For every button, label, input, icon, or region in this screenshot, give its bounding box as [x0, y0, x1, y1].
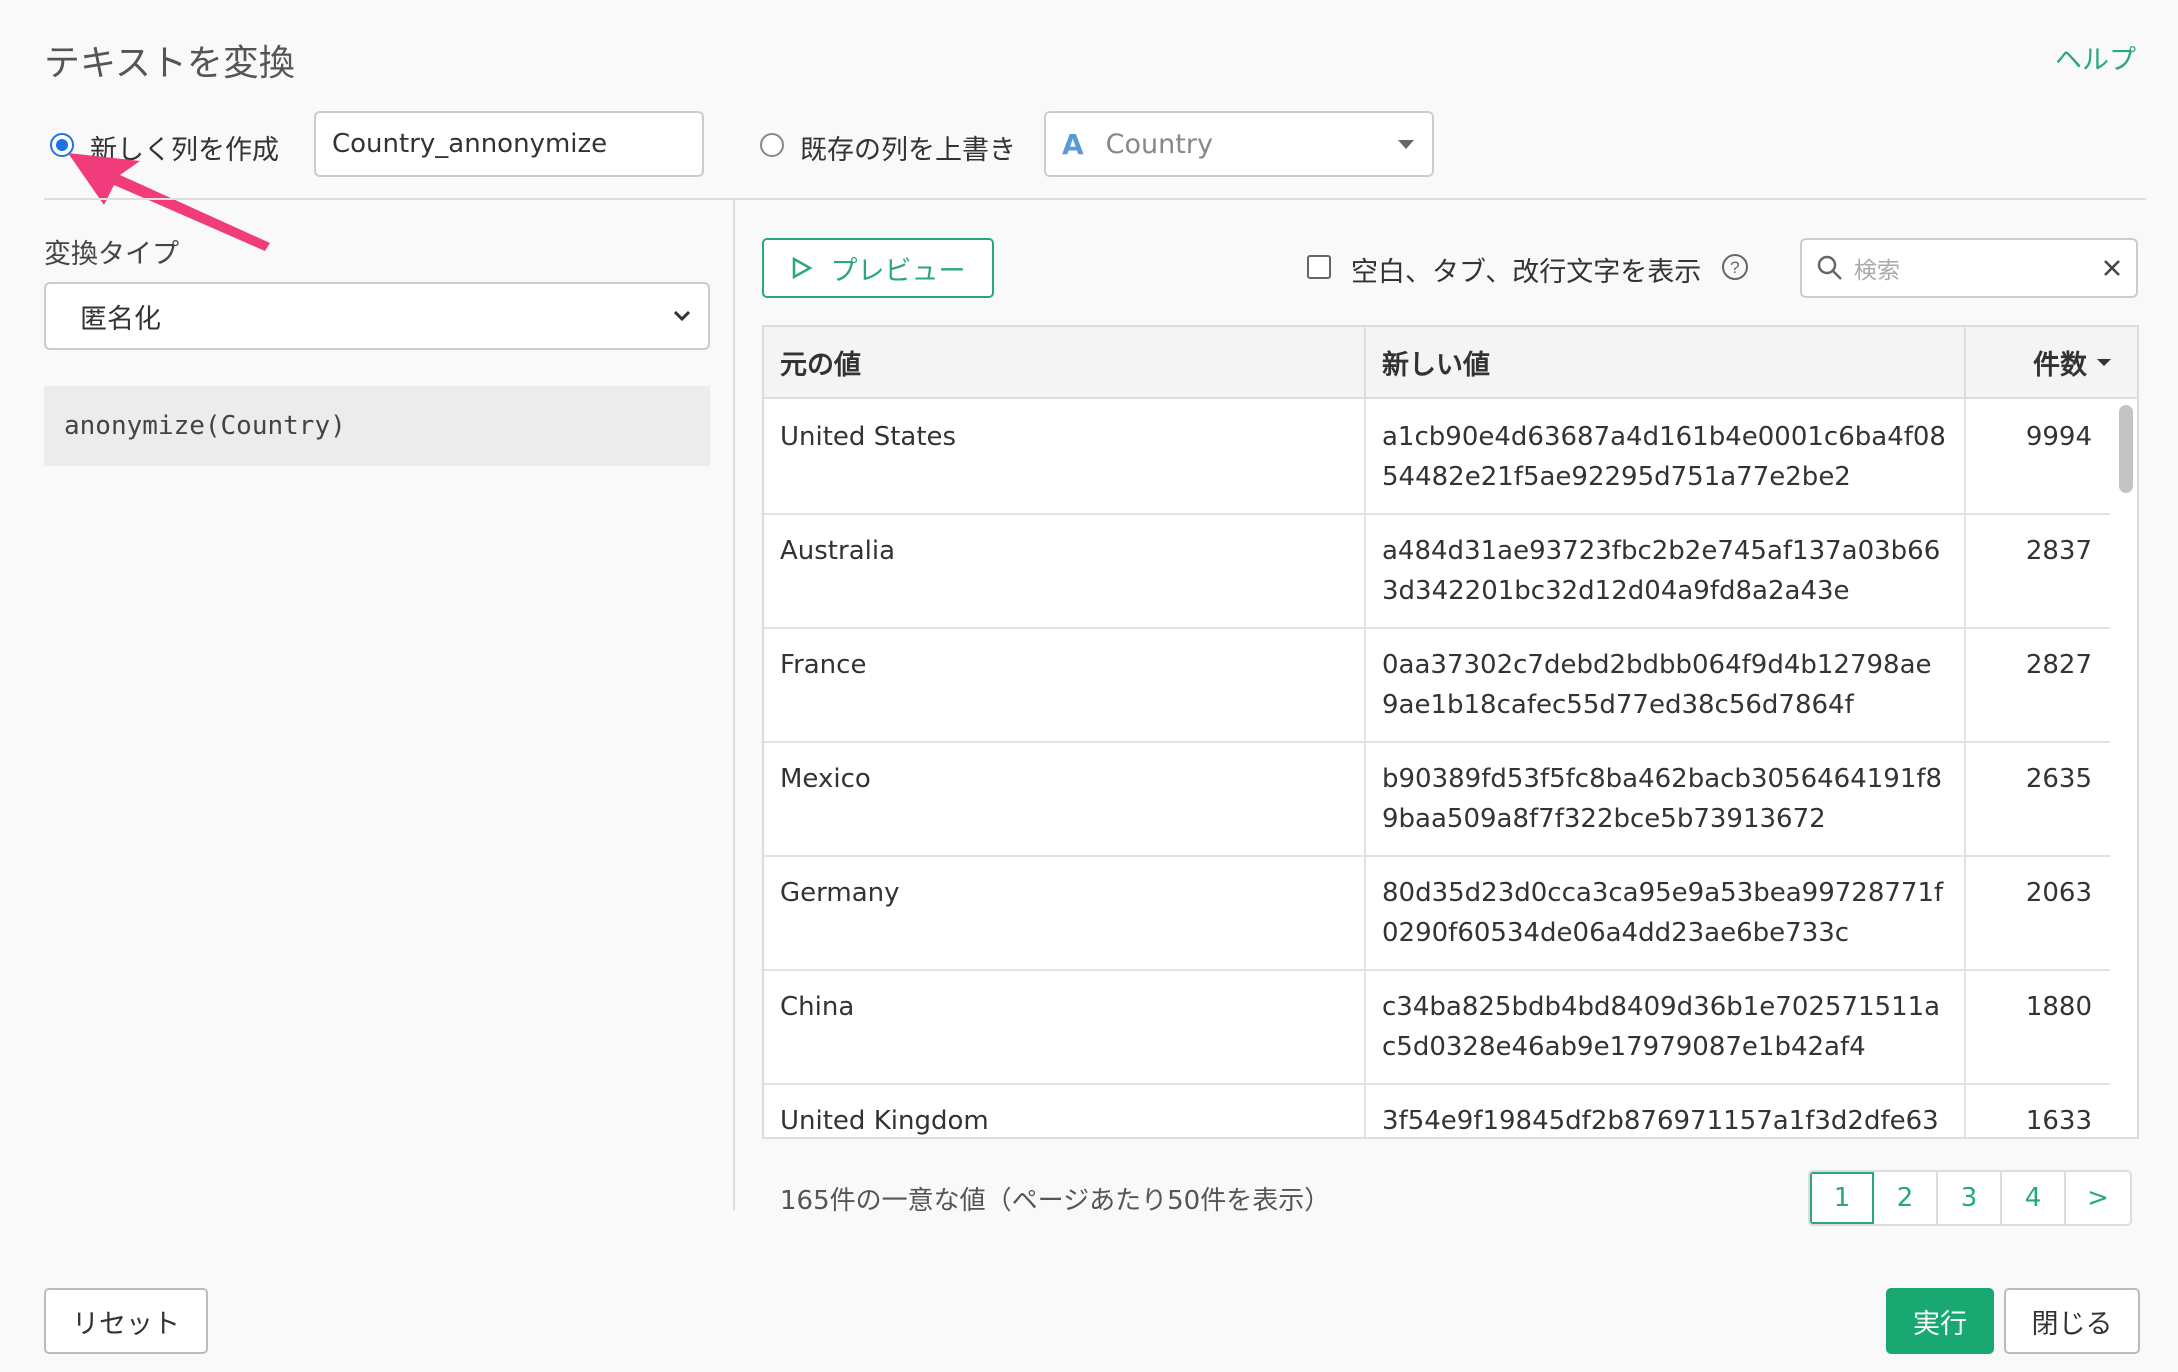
new-value: 3f54e9f19845df2b876971157a1f3d2dfe638af	[1366, 1083, 1966, 1137]
table-row: Germany 80d35d23d0cca3ca95e9a53bea997287…	[764, 855, 2110, 971]
count-value: 2063	[2025, 878, 2092, 908]
new-value: c34ba825bdb4bd8409d36b1e702571511ac5d032…	[1366, 969, 1966, 1083]
new-value: b90389fd53f5fc8ba462bacb3056464191f89baa…	[1366, 741, 1966, 855]
original-value: France	[764, 627, 1366, 741]
table-row: Australia a484d31ae93723fbc2b2e745af137a…	[764, 513, 2110, 629]
unique-values-summary: 165件の一意な値（ページあたり50件を表示）	[780, 1186, 1331, 1216]
column-header-count[interactable]: 件数	[1966, 327, 2137, 397]
help-link[interactable]: ヘルプ	[2055, 38, 2136, 77]
count-value: 2837	[2025, 536, 2092, 566]
original-value: Germany	[764, 855, 1366, 969]
table-row: China c34ba825bdb4bd8409d36b1e702571511a…	[764, 969, 2110, 1085]
preview-button[interactable]: プレビュー	[762, 238, 994, 298]
table-scrollbar[interactable]	[2119, 405, 2133, 493]
divider	[733, 200, 735, 1210]
run-button[interactable]: 実行	[1886, 1288, 1994, 1354]
overwrite-column-value: Country	[1105, 128, 1213, 160]
show-whitespace-checkbox[interactable]	[1307, 255, 1331, 279]
page-3-button[interactable]: 3	[1938, 1172, 2002, 1224]
next-page-button[interactable]: >	[2066, 1172, 2130, 1224]
count-header-label: 件数	[2033, 349, 2087, 381]
divider	[44, 198, 2146, 200]
expression-preview: anonymize(Country)	[44, 386, 710, 466]
original-value: United Kingdom	[764, 1083, 1366, 1137]
show-whitespace-label: 空白、タブ、改行文字を表示	[1351, 257, 1702, 288]
count-value: 9994	[2025, 422, 2092, 452]
table-row: France 0aa37302c7debd2bdbb064f9d4b12798a…	[764, 627, 2110, 743]
count-value: 2827	[2025, 650, 2092, 680]
column-header-new[interactable]: 新しい値	[1366, 327, 1966, 397]
original-value: United States	[764, 399, 1366, 513]
transform-type-value: 匿名化	[80, 303, 161, 335]
text-type-icon: A	[1062, 127, 1084, 161]
transform-type-label: 変換タイプ	[44, 239, 179, 270]
dialog-title: テキストを変換	[44, 43, 295, 84]
table-row: United States a1cb90e4d63687a4d161b4e000…	[764, 399, 2110, 515]
svg-text:?: ?	[1730, 258, 1739, 277]
count-value: 1880	[2025, 992, 2092, 1022]
page-4-button[interactable]: 4	[2002, 1172, 2066, 1224]
chevron-down-icon	[1398, 139, 1414, 149]
table-header: 元の値 新しい値 件数	[764, 327, 2137, 399]
preview-table: 元の値 新しい値 件数 United States a1cb90e4d63687…	[762, 325, 2139, 1139]
table-row: United Kingdom 3f54e9f19845df2b876971157…	[764, 1083, 2110, 1137]
search-icon	[1817, 255, 1842, 280]
transform-type-select[interactable]: 匿名化	[44, 282, 710, 350]
question-icon[interactable]: ?	[1721, 253, 1749, 281]
count-value: 1633	[2025, 1106, 2092, 1136]
clear-search-icon[interactable]	[2102, 258, 2122, 278]
original-value: Australia	[764, 513, 1366, 627]
count-value: 2635	[2025, 764, 2092, 794]
overwrite-column-select[interactable]: A Country	[1044, 111, 1434, 177]
sort-desc-icon	[2097, 358, 2111, 366]
reset-button[interactable]: リセット	[44, 1288, 208, 1354]
preview-button-label: プレビュー	[830, 255, 966, 287]
chevron-down-icon	[673, 310, 691, 322]
new-value: a1cb90e4d63687a4d161b4e0001c6ba4f0854482…	[1366, 399, 1966, 513]
column-header-original[interactable]: 元の値	[764, 327, 1366, 397]
overwrite-label: 既存の列を上書き	[800, 135, 1016, 166]
new-column-name-input[interactable]: Country_annonymize	[314, 111, 704, 177]
table-row: Mexico b90389fd53f5fc8ba462bacb305646419…	[764, 741, 2110, 857]
new-value: 80d35d23d0cca3ca95e9a53bea99728771f0290f…	[1366, 855, 1966, 969]
close-button[interactable]: 閉じる	[2004, 1288, 2140, 1354]
new-value: 0aa37302c7debd2bdbb064f9d4b12798ae9ae1b1…	[1366, 627, 1966, 741]
original-value: Mexico	[764, 741, 1366, 855]
search-placeholder: 検索	[1854, 258, 1900, 284]
search-field[interactable]: 検索	[1800, 238, 2138, 298]
pagination: 1 2 3 4 >	[1808, 1170, 2132, 1226]
page-2-button[interactable]: 2	[1874, 1172, 1938, 1224]
original-value: China	[764, 969, 1366, 1083]
overwrite-radio[interactable]	[760, 133, 784, 157]
play-icon	[792, 256, 813, 280]
new-value: a484d31ae93723fbc2b2e745af137a03b663d342…	[1366, 513, 1966, 627]
page-1-button[interactable]: 1	[1810, 1172, 1874, 1224]
